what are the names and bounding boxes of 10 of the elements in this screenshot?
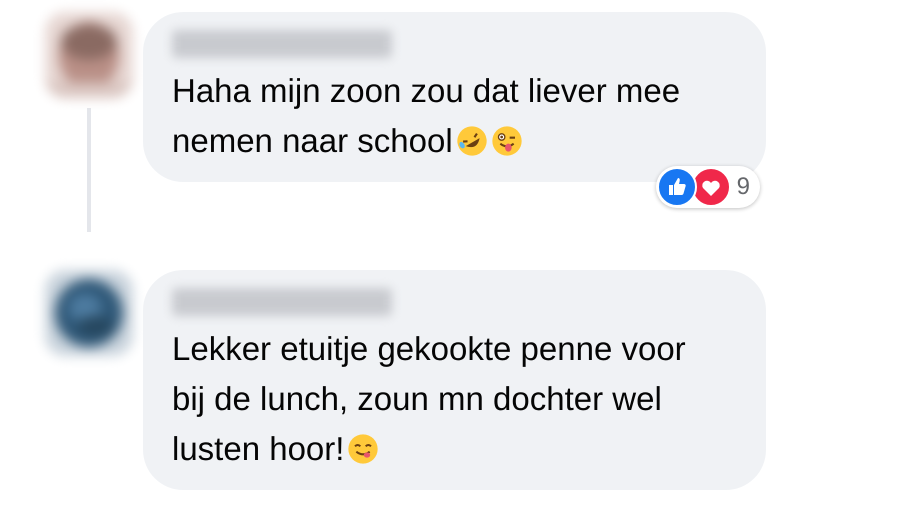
like-icon: [656, 167, 697, 207]
reaction-badge[interactable]: 9: [656, 166, 760, 208]
comment-text: lusten hoor!: [172, 429, 344, 469]
comment-text: nemen naar school: [172, 121, 453, 161]
comment-text: Lekker etuitje gekookte penne voor: [172, 329, 686, 369]
winking-emoji-icon: [490, 125, 523, 157]
comment-text: Haha mijn zoon zou dat liever mee: [172, 71, 680, 111]
tongue-emoji-icon: [347, 433, 380, 465]
laughing-emoji-icon: [456, 125, 488, 157]
comment-text: bij de lunch, zoun mn dochter wel: [172, 379, 662, 419]
